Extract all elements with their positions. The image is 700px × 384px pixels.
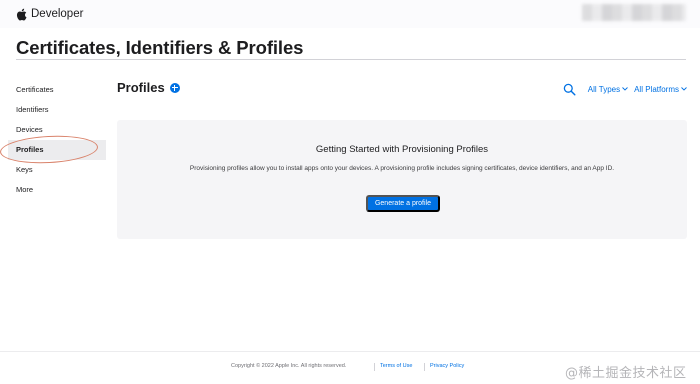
footer-separator xyxy=(424,363,425,371)
redacted-account-area xyxy=(582,4,686,21)
filter-platforms-dropdown[interactable]: All Platforms xyxy=(634,85,687,94)
filter-types-dropdown[interactable]: All Types xyxy=(588,85,628,94)
empty-state-card: Getting Started with Provisioning Profil… xyxy=(117,120,687,239)
page-title: Certificates, Identifiers & Profiles xyxy=(16,37,304,58)
chevron-down-icon xyxy=(622,87,628,91)
footer-separator xyxy=(374,363,375,371)
section-header: Profiles All Types All Platforms xyxy=(117,80,687,98)
watermark: @稀土掘金技术社区 xyxy=(565,366,687,381)
title-divider xyxy=(16,59,686,60)
top-bar: Developer xyxy=(0,0,700,28)
brand-label: Developer xyxy=(31,8,84,20)
filter-types-label: All Types xyxy=(587,84,621,94)
developer-home-link[interactable]: Developer xyxy=(16,6,83,22)
copyright-text: Copyright © 2022 Apple Inc. All rights r… xyxy=(231,363,347,369)
sidebar-item-certificates[interactable]: Certificates xyxy=(8,80,106,100)
sidebar: Certificates Identifiers Devices Profile… xyxy=(8,80,106,200)
terms-of-use-link[interactable]: Terms of Use xyxy=(380,363,412,369)
privacy-policy-link[interactable]: Privacy Policy xyxy=(430,363,464,369)
sidebar-item-keys[interactable]: Keys xyxy=(8,160,106,180)
sidebar-item-devices[interactable]: Devices xyxy=(8,120,106,140)
sidebar-item-identifiers[interactable]: Identifiers xyxy=(8,100,106,120)
apple-logo-icon xyxy=(16,8,27,20)
sidebar-item-profiles[interactable]: Profiles xyxy=(8,140,106,160)
sidebar-item-more[interactable]: More xyxy=(8,180,106,200)
footer-divider xyxy=(0,351,700,352)
page: Developer Certificates, Identifiers & Pr… xyxy=(0,0,700,384)
chevron-down-icon xyxy=(681,87,687,91)
empty-state-description: Provisioning profiles allow you to insta… xyxy=(189,165,615,172)
search-icon[interactable] xyxy=(563,83,576,96)
filter-bar: All Types All Platforms xyxy=(563,82,687,96)
filter-platforms-label: All Platforms xyxy=(634,84,679,94)
generate-profile-button[interactable]: Generate a profile xyxy=(366,195,440,212)
empty-state-title: Getting Started with Provisioning Profil… xyxy=(315,144,489,155)
section-title: Profiles xyxy=(117,80,180,95)
section-title-label: Profiles xyxy=(117,80,165,95)
add-profile-button[interactable] xyxy=(169,82,180,93)
